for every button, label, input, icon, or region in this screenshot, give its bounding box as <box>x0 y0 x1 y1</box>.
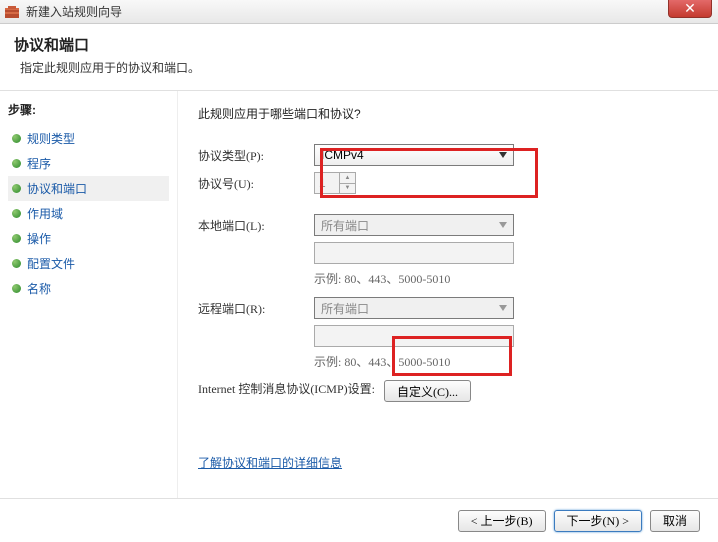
remote-port-combo: 所有端口 <box>314 297 514 319</box>
step-label: 操作 <box>27 230 51 247</box>
chevron-down-icon <box>495 217 511 233</box>
bullet-icon <box>12 134 21 143</box>
step-label: 名称 <box>27 280 51 297</box>
protocol-type-value: ICMPv4 <box>321 148 364 162</box>
chevron-down-icon <box>495 300 511 316</box>
icmp-settings-label: Internet 控制消息协议(ICMP)设置: <box>198 380 384 398</box>
step-label: 协议和端口 <box>27 180 87 197</box>
local-port-combo: 所有端口 <box>314 214 514 236</box>
step-rule-type[interactable]: 规则类型 <box>8 126 169 151</box>
page-subtitle: 指定此规则应用于的协议和端口。 <box>20 59 704 76</box>
step-label: 作用域 <box>27 205 63 222</box>
next-button[interactable]: 下一步(N) > <box>554 510 642 532</box>
firewall-icon <box>4 4 20 20</box>
bullet-icon <box>12 184 21 193</box>
step-protocol-ports[interactable]: 协议和端口 <box>8 176 169 201</box>
step-action[interactable]: 操作 <box>8 226 169 251</box>
remote-port-value: 所有端口 <box>321 300 369 317</box>
close-icon: ✕ <box>684 0 696 17</box>
steps-sidebar: 步骤: 规则类型 程序 协议和端口 作用域 操作 配置文件 名称 <box>0 91 178 498</box>
window-title: 新建入站规则向导 <box>26 3 714 20</box>
step-label: 规则类型 <box>27 130 75 147</box>
local-port-textbox <box>314 242 514 264</box>
step-program[interactable]: 程序 <box>8 151 169 176</box>
bullet-icon <box>12 234 21 243</box>
customize-button[interactable]: 自定义(C)... <box>384 380 471 402</box>
step-scope[interactable]: 作用域 <box>8 201 169 226</box>
protocol-type-label: 协议类型(P): <box>198 147 314 164</box>
protocol-type-combo[interactable]: ICMPv4 <box>314 144 514 166</box>
step-label: 配置文件 <box>27 255 75 272</box>
close-button[interactable]: ✕ <box>668 0 712 18</box>
bullet-icon <box>12 284 21 293</box>
bullet-icon <box>12 209 21 218</box>
local-port-example: 示例: 80、443、5000-5010 <box>314 270 698 287</box>
titlebar: 新建入站规则向导 ✕ <box>0 0 718 24</box>
page-title: 协议和端口 <box>14 34 704 55</box>
cancel-button[interactable]: 取消 <box>650 510 700 532</box>
step-profile[interactable]: 配置文件 <box>8 251 169 276</box>
local-port-value: 所有端口 <box>321 217 369 234</box>
chevron-down-icon <box>495 147 511 163</box>
protocol-num-value: 1 <box>319 176 326 190</box>
protocol-num-spinner: 1 ▲▼ <box>314 172 356 194</box>
learn-more-link[interactable]: 了解协议和端口的详细信息 <box>198 454 342 471</box>
step-name[interactable]: 名称 <box>8 276 169 301</box>
remote-port-label: 远程端口(R): <box>198 300 314 317</box>
spinner-buttons: ▲▼ <box>339 173 355 193</box>
content-panel: 此规则应用于哪些端口和协议? 协议类型(P): ICMPv4 协议号(U): 1… <box>178 91 718 498</box>
back-button[interactable]: < 上一步(B) <box>458 510 546 532</box>
wizard-header: 协议和端口 指定此规则应用于的协议和端口。 <box>0 24 718 91</box>
bullet-icon <box>12 259 21 268</box>
steps-heading: 步骤: <box>8 101 169 118</box>
local-port-label: 本地端口(L): <box>198 217 314 234</box>
protocol-num-label: 协议号(U): <box>198 175 314 192</box>
content-question: 此规则应用于哪些端口和协议? <box>198 105 698 122</box>
wizard-footer: < 上一步(B) 下一步(N) > 取消 <box>0 498 718 542</box>
remote-port-textbox <box>314 325 514 347</box>
step-label: 程序 <box>27 155 51 172</box>
bullet-icon <box>12 159 21 168</box>
remote-port-example: 示例: 80、443、5000-5010 <box>314 353 698 370</box>
